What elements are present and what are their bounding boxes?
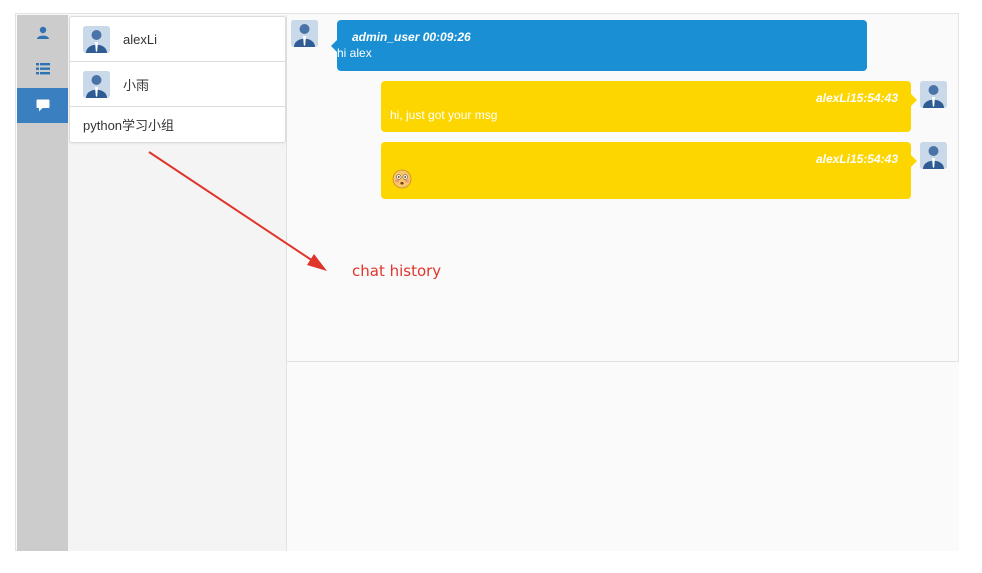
contacts-tab-button[interactable] xyxy=(17,15,68,50)
sender-avatar-icon xyxy=(291,20,318,47)
list-tab-button[interactable] xyxy=(17,51,68,86)
contact-item-python-group[interactable]: python学习小组 xyxy=(70,107,285,142)
user-avatar-icon xyxy=(83,25,110,53)
message-meta: alexLi15:54:43 xyxy=(815,91,898,105)
chat-history-panel: admin_user 00:09:26 hi alex alexLi15:54:… xyxy=(287,15,959,362)
message-text: hi alex xyxy=(337,46,372,60)
message-bubble-outgoing: alexLi15:54:43 xyxy=(381,142,917,199)
sender-avatar-icon xyxy=(920,81,947,108)
message-meta: alexLi15:54:43 xyxy=(815,152,898,166)
chat-history-annotation: chat history xyxy=(352,262,442,280)
user-icon xyxy=(36,26,50,40)
chat-bubble-icon xyxy=(36,99,50,112)
contact-list: alexLi 小雨 python学习小组 xyxy=(69,16,286,143)
message-bubble-incoming: admin_user 00:09:26 hi alex xyxy=(331,20,867,71)
contact-name: 小雨 xyxy=(123,77,150,93)
chat-tab-button[interactable] xyxy=(17,88,68,123)
contact-name: alexLi xyxy=(123,31,157,47)
dizzy-face-emoji-icon xyxy=(392,169,412,189)
sender-avatar-icon xyxy=(920,142,947,169)
message-input-area[interactable] xyxy=(287,362,959,551)
list-icon xyxy=(35,62,50,75)
contacts-panel: alexLi 小雨 python学习小组 xyxy=(68,15,287,551)
chat-app-window: alexLi 小雨 python学习小组 admin_user 00:09:26… xyxy=(15,13,959,551)
message-text: hi, just got your msg xyxy=(390,108,498,122)
left-icon-rail xyxy=(17,15,68,551)
user-avatar-icon xyxy=(83,70,110,98)
contact-item-xiaoyu[interactable]: 小雨 xyxy=(70,62,285,107)
message-bubble-outgoing: alexLi15:54:43 hi, just got your msg xyxy=(381,81,917,132)
contact-item-alexli[interactable]: alexLi xyxy=(70,17,285,62)
message-meta: admin_user 00:09:26 xyxy=(352,30,471,44)
group-name: python学习小组 xyxy=(83,118,175,133)
